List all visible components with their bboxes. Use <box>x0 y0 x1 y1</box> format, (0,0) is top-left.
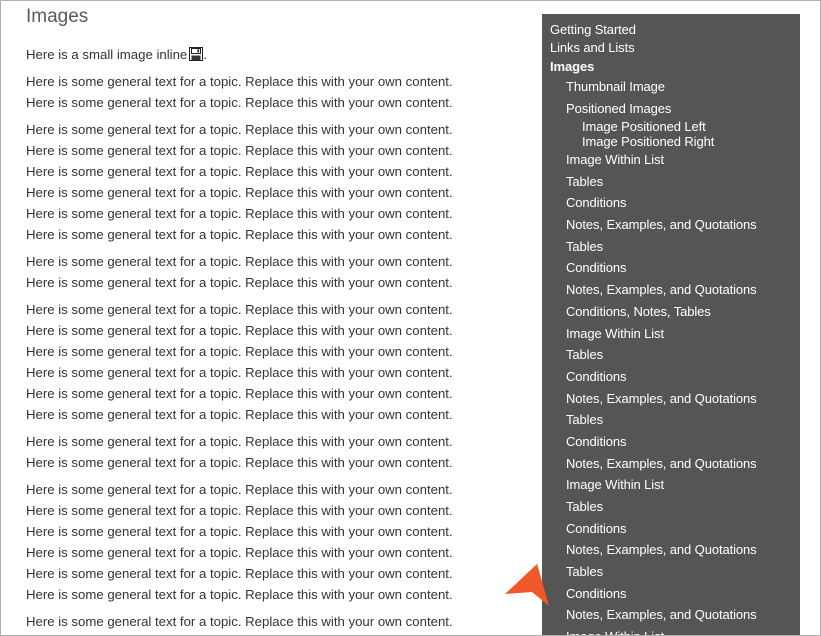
toc-item[interactable]: Image Within List <box>542 477 800 499</box>
toc-item[interactable]: Conditions <box>542 434 800 456</box>
toc-sidebar: Getting Started Links and Lists Images Thum… <box>542 14 800 635</box>
topic-content: Images Here is a small image inline. Her… <box>26 1 481 635</box>
browser-frame: Images Here is a small image inline. Her… <box>0 0 821 636</box>
toc-item[interactable]: Notes, Examples, and Quotations <box>542 607 800 629</box>
toc-item[interactable]: Conditions <box>542 369 800 391</box>
body-paragraph: Here is some general text for a topic. R… <box>26 302 453 422</box>
toc-item[interactable]: Notes, Examples, and Quotations <box>542 542 800 564</box>
toc-item[interactable]: Tables <box>542 347 800 369</box>
toc-item[interactable]: Tables <box>542 564 800 586</box>
toc-item[interactable]: Image Within List <box>542 152 800 174</box>
inline-image-text: Here is a small image inline <box>26 47 188 62</box>
body-paragraph: Here is some general text for a topic. R… <box>26 482 453 602</box>
toc-item[interactable]: Images <box>542 59 800 79</box>
body-paragraph: Here is some general text for a topic. R… <box>26 122 453 242</box>
toc-item[interactable]: Tables <box>542 174 800 196</box>
body-paragraph: Here is some general text for a topic. R… <box>26 614 453 629</box>
body-paragraph: Here is some general text for a topic. R… <box>26 74 453 110</box>
toc-item[interactable]: Conditions <box>542 195 800 217</box>
save-disk-icon <box>189 46 204 61</box>
toc-item[interactable]: Notes, Examples, and Quotations <box>542 391 800 413</box>
toc-item[interactable]: Notes, Examples, and Quotations <box>542 456 800 478</box>
toc-item[interactable]: Image Positioned Right <box>542 134 800 152</box>
body-paragraph: Here is some general text for a topic. R… <box>26 254 453 290</box>
toc-item[interactable]: Thumbnail Image <box>542 79 800 101</box>
toc-item[interactable]: Links and Lists <box>542 40 800 59</box>
toc-list: Getting Started Links and Lists Images Thum… <box>542 14 800 635</box>
toc-item[interactable]: Conditions <box>542 586 800 608</box>
toc-item[interactable]: Getting Started <box>542 22 800 40</box>
toc-item[interactable]: Tables <box>542 499 800 521</box>
toc-item[interactable]: Notes, Examples, and Quotations <box>542 282 800 304</box>
inline-image-paragraph: Here is a small image inline. <box>26 46 207 62</box>
toc-item[interactable]: Tables <box>542 412 800 434</box>
toc-item[interactable]: Positioned Images <box>542 101 800 119</box>
toc-item[interactable]: Image Within List <box>542 629 800 635</box>
toc-item[interactable]: Tables <box>542 239 800 261</box>
toc-item[interactable]: Image Within List <box>542 326 800 348</box>
toc-item[interactable]: Conditions <box>542 521 800 543</box>
toc-item[interactable]: Conditions <box>542 260 800 282</box>
toc-item[interactable]: Image Positioned Left <box>542 119 800 134</box>
body-paragraph: Here is some general text for a topic. R… <box>26 434 453 470</box>
arrow-pointer-icon <box>505 564 549 606</box>
toc-item[interactable]: Conditions, Notes, Tables <box>542 304 800 326</box>
toc-item[interactable]: Notes, Examples, and Quotations <box>542 217 800 239</box>
page-title: Images <box>26 6 89 27</box>
